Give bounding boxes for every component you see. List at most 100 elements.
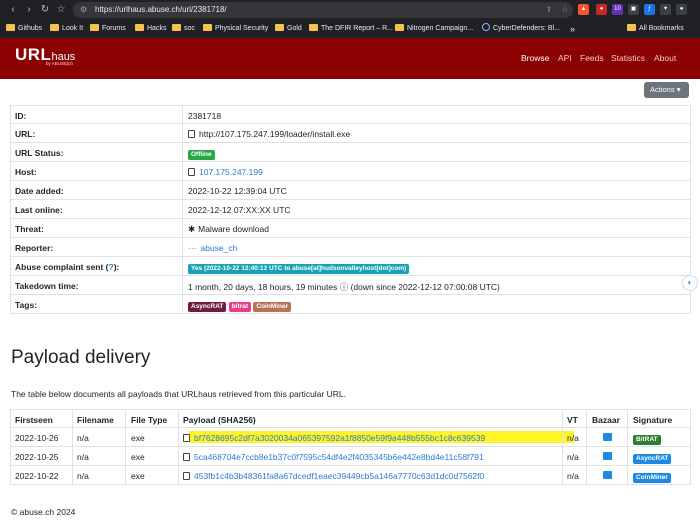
payload-header-row: Firstseen Filename File Type Payload (SH… (10, 409, 691, 429)
info-row-threat: Threat: ✱ Malware download (10, 219, 691, 238)
logo-byline: by ABUSE|ch (46, 61, 73, 66)
forward-icon[interactable]: › (22, 3, 36, 17)
accessibility-float-icon[interactable]: ◐ (682, 275, 698, 291)
info-icon: ⓘ (339, 282, 349, 292)
info-row-last-online: Last online: 2022-12-12 07:XX:XX UTC (10, 200, 691, 219)
bookmark-dfir-report[interactable]: The DFIR Report – R... (309, 23, 393, 35)
share-icon[interactable]: ⇪ (543, 4, 555, 16)
folder-icon (90, 24, 99, 31)
nav-statistics[interactable]: Statistics (611, 53, 645, 63)
signature-badge[interactable]: BitRAT (633, 435, 661, 445)
globe-icon (482, 23, 490, 31)
copy-icon[interactable] (183, 472, 190, 480)
complaint-badge: Yes (2022-10-22 12:40:12 UTC to abuse[at… (188, 264, 410, 274)
info-row-id: ID: 2381718 (10, 105, 691, 125)
col-sha256[interactable]: Payload (SHA256) (183, 415, 256, 425)
signature-badge[interactable]: AsyncRAT (633, 454, 672, 464)
col-bazaar[interactable]: Bazaar (592, 415, 620, 425)
tag-bitrat[interactable]: bitrat (228, 302, 252, 312)
profile-icon[interactable]: ● (676, 4, 687, 15)
nav-about[interactable]: About (654, 53, 676, 63)
col-filename[interactable]: Filename (77, 415, 114, 425)
reload-icon[interactable]: ↻ (38, 3, 52, 17)
site-info-icon[interactable]: ⚙ (80, 4, 91, 16)
actions-button[interactable]: Actions ▾ (644, 82, 689, 98)
copy-icon[interactable] (188, 130, 195, 138)
url-value: http://107.175.247.199/loader/install.ex… (199, 129, 351, 139)
bookmark-all[interactable]: All Bookmarks (627, 23, 684, 35)
info-row-date-added: Date added: 2022-10-22 12:39:04 UTC (10, 181, 691, 200)
brave-shield-icon[interactable]: ▲ (578, 4, 589, 15)
status-badge-offline: Offline (188, 150, 215, 160)
tag-asyncrat[interactable]: AsyncRAT (188, 302, 227, 312)
bookmark-cyberdefenders[interactable]: CyberDefenders: Bl... (482, 23, 560, 35)
tag-coinminer[interactable]: CoinMiner (253, 302, 292, 312)
info-row-abuse-complaint: Abuse complaint sent (?): Yes (2022-10-2… (10, 257, 691, 276)
folder-icon (6, 24, 15, 31)
bazaar-icon[interactable] (603, 471, 612, 479)
col-firstseen[interactable]: Firstseen (15, 415, 53, 425)
site-header: URLhaus by ABUSE|ch Browse API Feeds Sta… (0, 38, 700, 79)
footer-copyright: © abuse.ch 2024 (11, 507, 76, 517)
twitter-icon: ⋯ (188, 243, 197, 253)
caret-down-icon: ▾ (676, 85, 681, 94)
sha256-link[interactable]: bf7628695c2df7a3020034a065397592a1f8850e… (194, 433, 485, 443)
copy-icon[interactable] (183, 453, 190, 461)
folder-icon (50, 24, 59, 31)
bookmarks-bar: Githubs Look It Forums Hacks soc Physica… (0, 20, 700, 38)
extension-purple-icon[interactable]: 10 (612, 4, 623, 15)
copy-icon[interactable] (183, 434, 190, 442)
signature-badge[interactable]: CoinMiner (633, 473, 671, 483)
sha256-link[interactable]: 5ca468704e7ccb8e1b37c0f7595c54df4e2f4035… (194, 452, 484, 462)
extension-gray-icon[interactable]: ▣ (628, 4, 639, 15)
bookmark-look-it[interactable]: Look It (50, 23, 83, 35)
host-link[interactable]: 107.175.247.199 (199, 167, 263, 177)
address-row: ‹ › ↻ ☆ ⚙ https://urlhaus.abuse.ch/url/2… (0, 0, 700, 20)
info-row-url-status: URL Status: Offline (10, 143, 691, 162)
folder-icon (627, 24, 636, 31)
col-filetype[interactable]: File Type (131, 415, 167, 425)
nav-api[interactable]: API (558, 53, 572, 63)
url-text[interactable]: https://urlhaus.abuse.ch/url/2381718/ (95, 4, 227, 16)
back-icon[interactable]: ‹ (6, 3, 20, 17)
extensions-puzzle-icon[interactable]: ✦ (660, 4, 671, 15)
bookmark-hacks[interactable]: Hacks (135, 23, 166, 35)
table-row: 2022-10-25 n/a exe 5ca468704e7ccb8e1b37c… (10, 447, 691, 466)
info-row-takedown: Takedown time: 1 month, 20 days, 18 hour… (10, 276, 691, 295)
folder-icon (172, 24, 181, 31)
info-row-reporter: Reporter: ⋯ abuse_ch (10, 238, 691, 257)
extension-red-icon[interactable]: ● (596, 4, 607, 15)
folder-icon (203, 24, 212, 31)
folder-icon (135, 24, 144, 31)
col-signature[interactable]: Signature (633, 415, 672, 425)
info-row-tags: Tags: AsyncRAT bitrat CoinMiner (10, 295, 691, 314)
folder-icon (395, 24, 404, 31)
bazaar-icon[interactable] (603, 433, 612, 441)
bazaar-icon[interactable] (603, 452, 612, 460)
info-row-url: URL: http://107.175.247.199/loader/insta… (10, 124, 691, 143)
nav-browse[interactable]: Browse (521, 53, 549, 63)
col-vt[interactable]: VT (567, 415, 578, 425)
bug-icon: ✱ (188, 224, 196, 234)
star-icon[interactable]: ☆ (559, 4, 571, 16)
bookmark-soc[interactable]: soc (172, 23, 195, 35)
reporter-link[interactable]: abuse_ch (201, 243, 238, 253)
payload-title: Payload delivery (11, 347, 151, 368)
url-bar[interactable]: ⚙ https://urlhaus.abuse.ch/url/2381718/ … (73, 2, 573, 18)
bookmark-star-icon[interactable]: ☆ (54, 3, 68, 17)
folder-icon (275, 24, 284, 31)
table-row: 2022-10-22 n/a exe 453fb1c4b3b48361fa8a6… (10, 466, 691, 485)
bookmark-physical-security[interactable]: Physical Security (203, 23, 268, 35)
nav-feeds[interactable]: Feeds (580, 53, 604, 63)
copy-icon[interactable] (188, 168, 195, 176)
folder-icon (309, 24, 318, 31)
browser-chrome: ‹ › ↻ ☆ ⚙ https://urlhaus.abuse.ch/url/2… (0, 0, 700, 38)
bookmark-gold[interactable]: Gold (275, 23, 302, 35)
bookmark-githubs[interactable]: Githubs (6, 23, 42, 35)
extension-blue-icon[interactable]: ƒ (644, 4, 655, 15)
sha256-link[interactable]: 453fb1c4b3b48361fa8a67dcedf1eaec39449cb5… (194, 471, 484, 481)
info-row-host: Host: 107.175.247.199 (10, 162, 691, 181)
bookmark-nitrogen[interactable]: Nitrogen Campaign... (395, 23, 473, 35)
more-bookmarks-chevron-icon[interactable]: » (570, 23, 575, 35)
bookmark-forums[interactable]: Forums (90, 23, 126, 35)
